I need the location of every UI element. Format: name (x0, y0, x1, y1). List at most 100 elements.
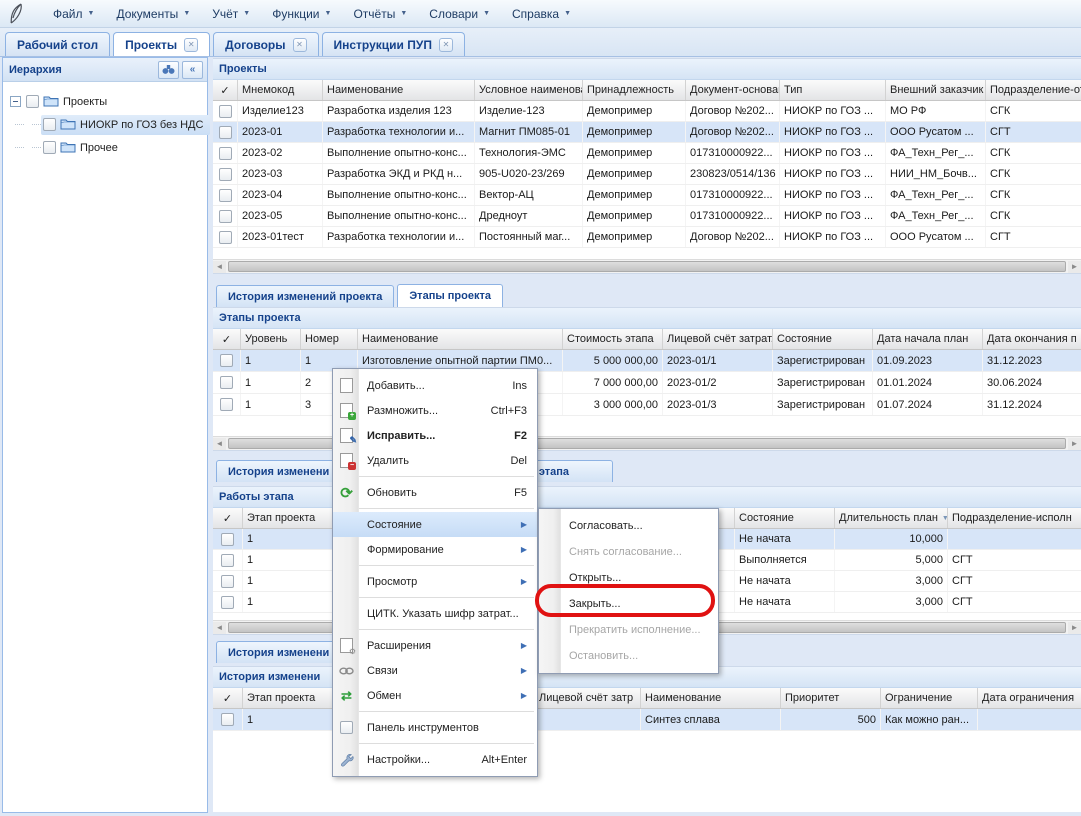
tree-node-checkbox[interactable] (43, 118, 56, 131)
select-all-header[interactable]: ✓ (213, 688, 243, 708)
context-menu-item[interactable]: ⚙Расширения▶ (333, 633, 537, 658)
context-menu-item[interactable]: Настройки...Alt+Enter (333, 747, 537, 772)
menubar-item-документы[interactable]: Документы▼ (105, 3, 201, 25)
close-icon[interactable]: ✕ (184, 38, 198, 52)
table-row[interactable]: 2023-03Разработка ЭКД и РКД н...905-U020… (213, 164, 1081, 185)
context-menu-item[interactable]: −УдалитьDel (333, 448, 537, 473)
row-checkbox[interactable] (219, 210, 232, 223)
projects-hscrollbar[interactable]: ◄ ► (213, 259, 1081, 273)
row-checkbox[interactable] (219, 126, 232, 139)
collapse-panel-button[interactable]: « (182, 61, 203, 79)
select-all-header[interactable]: ✓ (213, 508, 243, 528)
table-row[interactable]: 2023-01Разработка технологии и...Магнит … (213, 122, 1081, 143)
table-row[interactable]: 2023-02Выполнение опытно-конс...Технолог… (213, 143, 1081, 164)
context-menu-item[interactable]: ⟳ОбновитьF5 (333, 480, 537, 505)
scroll-left-icon[interactable]: ◄ (213, 261, 226, 273)
scroll-left-icon[interactable]: ◄ (213, 622, 226, 634)
scroll-left-icon[interactable]: ◄ (213, 438, 226, 450)
table-row[interactable]: 2023-01тестРазработка технологии и...Пос… (213, 227, 1081, 248)
row-checkbox[interactable] (220, 354, 233, 367)
column-header[interactable]: Номер (301, 329, 358, 349)
main-tab[interactable]: Рабочий стол (5, 32, 110, 56)
tab-История изменений проекта[interactable]: История изменений проекта (216, 285, 394, 307)
column-header[interactable]: Состояние (735, 508, 835, 528)
tab-Этапы проекта[interactable]: Этапы проекта (397, 284, 503, 307)
row-checkbox[interactable] (219, 231, 232, 244)
menubar-item-словари[interactable]: Словари▼ (418, 3, 501, 25)
column-header[interactable]: Лицевой счёт затр (535, 688, 641, 708)
column-header[interactable]: Приоритет (781, 688, 881, 708)
row-checkbox[interactable] (221, 533, 234, 546)
close-icon[interactable]: ✕ (439, 38, 453, 52)
context-menu-item[interactable]: Состояние▶ (333, 512, 537, 537)
row-checkbox[interactable] (221, 575, 234, 588)
column-header[interactable]: Тип (780, 80, 886, 100)
scroll-thumb[interactable] (228, 261, 1066, 272)
column-header[interactable]: Длительность план▼ (835, 508, 948, 528)
context-menu-item[interactable]: +Размножить...Ctrl+F3 (333, 398, 537, 423)
scroll-right-icon[interactable]: ► (1068, 622, 1081, 634)
column-header[interactable]: Дата ограничения (978, 688, 1081, 708)
column-header[interactable]: Лицевой счёт затрат. (663, 329, 773, 349)
column-header[interactable]: Наименование (358, 329, 563, 349)
main-tab[interactable]: Проекты✕ (113, 32, 210, 56)
column-header[interactable]: Наименование (641, 688, 781, 708)
table-row[interactable]: 2023-04Выполнение опытно-конс...Вектор-А… (213, 185, 1081, 206)
row-checkbox[interactable] (220, 398, 233, 411)
column-header[interactable]: Внешний заказчик (886, 80, 986, 100)
context-menu-item[interactable]: Просмотр▶ (333, 569, 537, 594)
column-header[interactable]: Наименование (323, 80, 475, 100)
column-header[interactable]: Стоимость этапа (563, 329, 663, 349)
select-all-header[interactable]: ✓ (213, 329, 241, 349)
state-submenu-item[interactable]: Остановить... (539, 643, 718, 669)
state-submenu-item[interactable]: Снять согласование... (539, 539, 718, 565)
column-header[interactable]: Ограничение (881, 688, 978, 708)
close-icon[interactable]: ✕ (293, 38, 307, 52)
menubar-item-справка[interactable]: Справка▼ (501, 3, 582, 25)
tree-node-checkbox[interactable] (43, 141, 56, 154)
row-checkbox[interactable] (221, 713, 234, 726)
menubar-item-файл[interactable]: Файл▼ (42, 3, 105, 25)
column-header[interactable]: Подразделение-от (986, 80, 1081, 100)
context-menu-item[interactable]: ЦИТК. Указать шифр затрат... (333, 601, 537, 626)
column-header[interactable]: Принадлежность (583, 80, 686, 100)
context-menu-item[interactable]: ⇄Обмен▶ (333, 683, 537, 708)
column-header[interactable]: Мнемокод (238, 80, 323, 100)
row-checkbox[interactable] (221, 554, 234, 567)
state-submenu-item[interactable]: Прекратить исполнение... (539, 617, 718, 643)
column-header[interactable]: Условное наименова (475, 80, 583, 100)
tree-node[interactable]: Прочее (7, 136, 203, 159)
menubar-item-отчёты[interactable]: Отчёты▼ (342, 3, 418, 25)
column-header[interactable]: Уровень (241, 329, 301, 349)
context-menu-item[interactable]: Добавить...Ins (333, 373, 537, 398)
tree-node-checkbox[interactable] (26, 95, 39, 108)
main-tab[interactable]: Инструкции ПУП✕ (322, 32, 465, 56)
row-checkbox[interactable] (219, 168, 232, 181)
tree-node[interactable]: НИОКР по ГОЗ без НДС (7, 113, 203, 136)
column-header[interactable]: Дата начала план (873, 329, 983, 349)
context-menu-item[interactable]: ✎Исправить...F2 (333, 423, 537, 448)
table-row[interactable]: Изделие123Разработка изделия 123Изделие-… (213, 101, 1081, 122)
scroll-right-icon[interactable]: ► (1068, 438, 1081, 450)
context-menu-item[interactable]: Связи▶ (333, 658, 537, 683)
row-checkbox[interactable] (219, 189, 232, 202)
select-all-header[interactable]: ✓ (213, 80, 238, 100)
search-button[interactable] (158, 61, 179, 79)
main-tab[interactable]: Договоры✕ (213, 32, 318, 56)
column-header[interactable]: Дата окончания п (983, 329, 1081, 349)
context-menu-item[interactable]: Формирование▶ (333, 537, 537, 562)
state-submenu-item[interactable]: Согласовать... (539, 513, 718, 539)
table-row[interactable]: 2023-05Выполнение опытно-конс...Дредноут… (213, 206, 1081, 227)
column-header[interactable]: Подразделение-исполн (948, 508, 1081, 528)
row-checkbox[interactable] (219, 147, 232, 160)
collapse-node-icon[interactable] (10, 96, 21, 107)
column-header[interactable]: Состояние (773, 329, 873, 349)
row-checkbox[interactable] (220, 376, 233, 389)
column-header[interactable]: Документ-основан (686, 80, 780, 100)
menubar-item-функции[interactable]: Функции▼ (261, 3, 342, 25)
column-header[interactable]: Этап проекта (243, 508, 343, 528)
tree-node[interactable]: Проекты (7, 90, 203, 113)
context-menu-item[interactable]: Панель инструментов (333, 715, 537, 740)
menubar-item-учёт[interactable]: Учёт▼ (201, 3, 261, 25)
column-header[interactable]: Этап проекта (243, 688, 343, 708)
